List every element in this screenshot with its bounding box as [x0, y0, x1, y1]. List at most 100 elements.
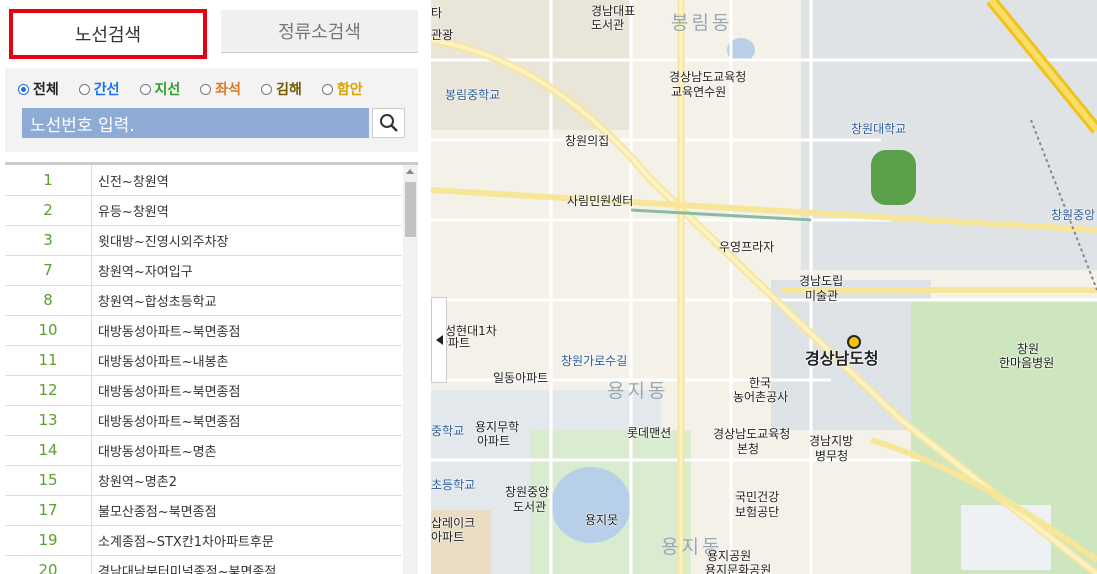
- route-number: 14: [5, 435, 92, 465]
- route-row[interactable]: 14 대방동성아파트~명촌: [5, 435, 402, 466]
- scroll-up-icon[interactable]: [406, 169, 414, 174]
- route-list-scrollbar[interactable]: [403, 165, 418, 574]
- route-name: 신전~창원역: [98, 174, 169, 190]
- radio-label: 지선: [154, 82, 181, 98]
- map-label[interactable]: 농어촌공사: [733, 388, 788, 405]
- radio-dot-icon[interactable]: [321, 83, 333, 95]
- map-label[interactable]: 중학교: [431, 422, 464, 439]
- chevron-left-icon: [435, 335, 443, 345]
- radio-dot-icon[interactable]: [200, 83, 212, 95]
- map-label[interactable]: 타: [431, 4, 442, 21]
- route-type-radio[interactable]: 간선: [78, 79, 120, 99]
- map-label[interactable]: 사림민원센터: [567, 192, 633, 209]
- map-label[interactable]: 도서관: [591, 16, 624, 33]
- radio-dot-icon[interactable]: [261, 83, 273, 95]
- map-label[interactable]: 창원의집: [565, 132, 609, 149]
- route-row[interactable]: 3 윗대방~진영시외주차장: [5, 225, 402, 256]
- route-name: 소계종점~STX칸1차아파트후문: [98, 534, 274, 550]
- radio-label: 함안: [336, 82, 363, 98]
- map-label[interactable]: 창원가로수길: [561, 352, 627, 369]
- map-view[interactable]: 경남대표 도서관 봉림동 경상남도교육청 교육연수원 봉림중학교 창원대학교 창원의집 사림민원…: [431, 0, 1097, 574]
- route-type-radio[interactable]: 함안: [321, 79, 363, 99]
- route-number: 19: [5, 525, 92, 555]
- map-label[interactable]: 용지문화공원: [705, 561, 771, 574]
- route-number: 2: [5, 195, 92, 225]
- map-label[interactable]: 도서관: [513, 498, 546, 515]
- panel-collapse-button[interactable]: [431, 297, 447, 383]
- route-list: 1 신전~창원역 2 유등~창원역 3 윗대방~진영시외주차장 7 창원역~자여입구 8 창원역~…: [5, 162, 418, 574]
- route-type-radio-group: 전체 간선 지선 좌석 김해 함안: [18, 79, 383, 99]
- tab-stop-search[interactable]: 정류소검색: [221, 10, 418, 53]
- route-type-radio[interactable]: 좌석: [200, 79, 241, 99]
- route-row[interactable]: 17 불모산종점~북면종점: [5, 495, 402, 526]
- map-label[interactable]: 아파트: [431, 528, 464, 545]
- map-label[interactable]: 일동아파트: [493, 369, 548, 386]
- route-name: 대방동성아파트~내봉촌: [98, 354, 229, 370]
- radio-label: 좌석: [215, 82, 242, 98]
- filter-area: 전체 간선 지선 좌석 김해 함안 노선번호 입력.: [5, 68, 418, 152]
- map-label[interactable]: 한마음병원: [999, 354, 1054, 371]
- route-row[interactable]: 20 경남대남부터미널종점~북면종점: [5, 555, 402, 574]
- search-icon: [379, 114, 398, 132]
- map-label[interactable]: 교육연수원: [671, 83, 726, 100]
- scroll-thumb[interactable]: [405, 182, 416, 237]
- route-number: 20: [5, 555, 92, 574]
- route-row[interactable]: 1 신전~창원역: [5, 165, 402, 196]
- radio-dot-icon[interactable]: [139, 83, 151, 95]
- route-number: 11: [5, 345, 92, 375]
- search-button[interactable]: [372, 108, 405, 138]
- map-label[interactable]: 롯데맨션: [627, 424, 671, 441]
- route-name: 윗대방~진영시외주차장: [98, 234, 229, 250]
- radio-label: 간선: [93, 82, 120, 98]
- route-number: 7: [5, 255, 92, 285]
- route-number: 10: [5, 315, 92, 345]
- route-row[interactable]: 10 대방동성아파트~북면종점: [5, 315, 402, 346]
- route-row[interactable]: 13 대방동성아파트~북면종점: [5, 405, 402, 436]
- route-number: 12: [5, 375, 92, 405]
- route-type-radio[interactable]: 지선: [139, 79, 181, 99]
- route-number-input[interactable]: 노선번호 입력.: [22, 108, 369, 138]
- map-label[interactable]: 보험공단: [735, 503, 779, 520]
- map-label[interactable]: 본청: [737, 440, 759, 457]
- route-name: 창원역~명촌2: [98, 474, 177, 490]
- route-number: 13: [5, 405, 92, 435]
- map-label[interactable]: 용지동: [607, 376, 668, 403]
- left-panel: 노선검색 정류소검색 전체 간선 지선 좌석 김해 함안 노선번호 입력. 1 신전~창원역…: [0, 0, 431, 574]
- route-number: 8: [5, 285, 92, 315]
- route-row[interactable]: 15 창원역~명촌2: [5, 465, 402, 496]
- radio-label: 전체: [33, 82, 59, 98]
- route-row[interactable]: 11 대방동성아파트~내봉촌: [5, 345, 402, 376]
- map-label[interactable]: 아파트: [477, 432, 510, 449]
- route-row[interactable]: 12 대방동성아파트~북면종점: [5, 375, 402, 406]
- route-row[interactable]: 8 창원역~합성초등학교: [5, 285, 402, 316]
- map-label[interactable]: 미술관: [805, 287, 838, 304]
- map-label[interactable]: 우영프라자: [719, 238, 774, 255]
- map-label[interactable]: 관광: [431, 26, 453, 43]
- route-name: 경남대남부터미널종점~북면종점: [98, 564, 277, 574]
- route-name: 대방동성아파트~북면종점: [98, 324, 241, 340]
- map-label[interactable]: 봉림동: [671, 8, 732, 35]
- radio-dot-icon[interactable]: [18, 83, 29, 95]
- map-label[interactable]: 병무청: [815, 447, 848, 464]
- route-row[interactable]: 7 창원역~자여입구: [5, 255, 402, 286]
- route-row[interactable]: 2 유등~창원역: [5, 195, 402, 226]
- route-name: 창원역~자여입구: [98, 264, 193, 280]
- route-name: 창원역~합성초등학교: [98, 294, 217, 310]
- gyeongnam-office-marker-icon[interactable]: [847, 335, 861, 349]
- map-label[interactable]: 경상남도청: [805, 345, 879, 369]
- radio-label: 김해: [276, 82, 302, 98]
- map-label[interactable]: 창원대학교: [851, 120, 906, 137]
- route-type-radio[interactable]: 전체: [18, 79, 59, 99]
- tab-route-search[interactable]: 노선검색: [9, 9, 207, 59]
- map-label[interactable]: 창원중앙: [1051, 206, 1095, 223]
- map-label[interactable]: 초등학교: [431, 476, 475, 493]
- route-number: 3: [5, 225, 92, 255]
- route-name: 대방동성아파트~북면종점: [98, 414, 241, 430]
- route-number: 15: [5, 465, 92, 495]
- map-label[interactable]: 용지못: [585, 511, 618, 528]
- map-label[interactable]: 봉림중학교: [445, 86, 500, 103]
- route-row[interactable]: 19 소계종점~STX칸1차아파트후문: [5, 525, 402, 556]
- route-type-radio[interactable]: 김해: [261, 79, 302, 99]
- radio-dot-icon[interactable]: [78, 83, 90, 95]
- route-number: 1: [5, 165, 92, 195]
